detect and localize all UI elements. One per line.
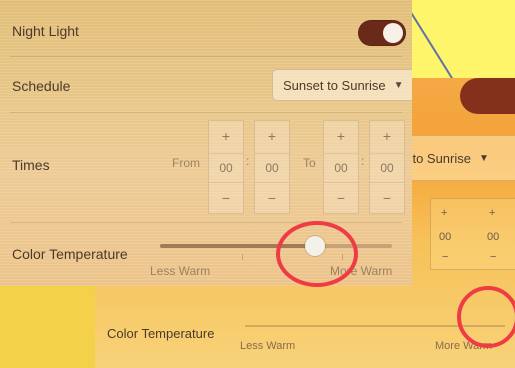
back-color-temperature-label: Color Temperature [107,326,215,341]
minus-icon: − [490,251,497,263]
slider-tick [242,254,243,260]
plus-icon[interactable]: + [324,121,358,151]
minus-icon[interactable]: − [209,183,243,213]
less-warm-label: Less Warm [150,264,211,278]
from-hours-value[interactable]: 00 [209,153,243,183]
back-time-grid: + + 00 00 − − [430,198,515,270]
times-label: Times [12,157,50,173]
row-divider [10,56,402,57]
plus-icon[interactable]: + [370,121,404,151]
to-minutes-value[interactable]: 00 [370,153,404,183]
plus-icon: + [441,207,448,219]
from-minutes-stepper[interactable]: + 00 − [254,120,290,214]
row-divider [10,222,402,223]
back-time-minutes: 00 [487,231,500,243]
from-hours-stepper[interactable]: + 00 − [208,120,244,214]
back-less-warm-label: Less Warm [240,340,296,352]
plus-icon[interactable]: + [255,121,289,151]
schedule-dropdown-value: Sunset to Sunrise [283,77,386,93]
night-light-label: Night Light [12,23,79,39]
to-label: To [303,156,316,170]
to-hours-stepper[interactable]: + 00 − [323,120,359,214]
minus-icon: − [442,251,449,263]
annotation-circle [276,221,358,287]
from-label: From [172,156,200,170]
toggle-knob [383,23,403,43]
row-divider [10,112,402,113]
from-minutes-value[interactable]: 00 [255,153,289,183]
annotation-circle [457,286,515,348]
to-minutes-stepper[interactable]: + 00 − [369,120,405,214]
minus-icon[interactable]: − [324,183,358,213]
minus-icon[interactable]: − [255,183,289,213]
schedule-label: Schedule [12,78,71,94]
to-hours-value[interactable]: 00 [324,153,358,183]
color-temperature-label: Color Temperature [12,246,128,262]
chevron-down-icon: ▼ [393,79,404,91]
minus-icon[interactable]: − [370,183,404,213]
back-time-hours: 00 [439,231,452,243]
chevron-down-icon: ▼ [479,152,489,164]
back-night-light-toggle [460,78,515,114]
time-separator: : [246,154,250,168]
schedule-dropdown[interactable]: Sunset to Sunrise ▼ [272,69,412,101]
plus-icon[interactable]: + [209,121,243,151]
night-light-toggle[interactable] [358,20,406,46]
time-separator: : [361,154,365,168]
plus-icon: + [489,207,496,219]
